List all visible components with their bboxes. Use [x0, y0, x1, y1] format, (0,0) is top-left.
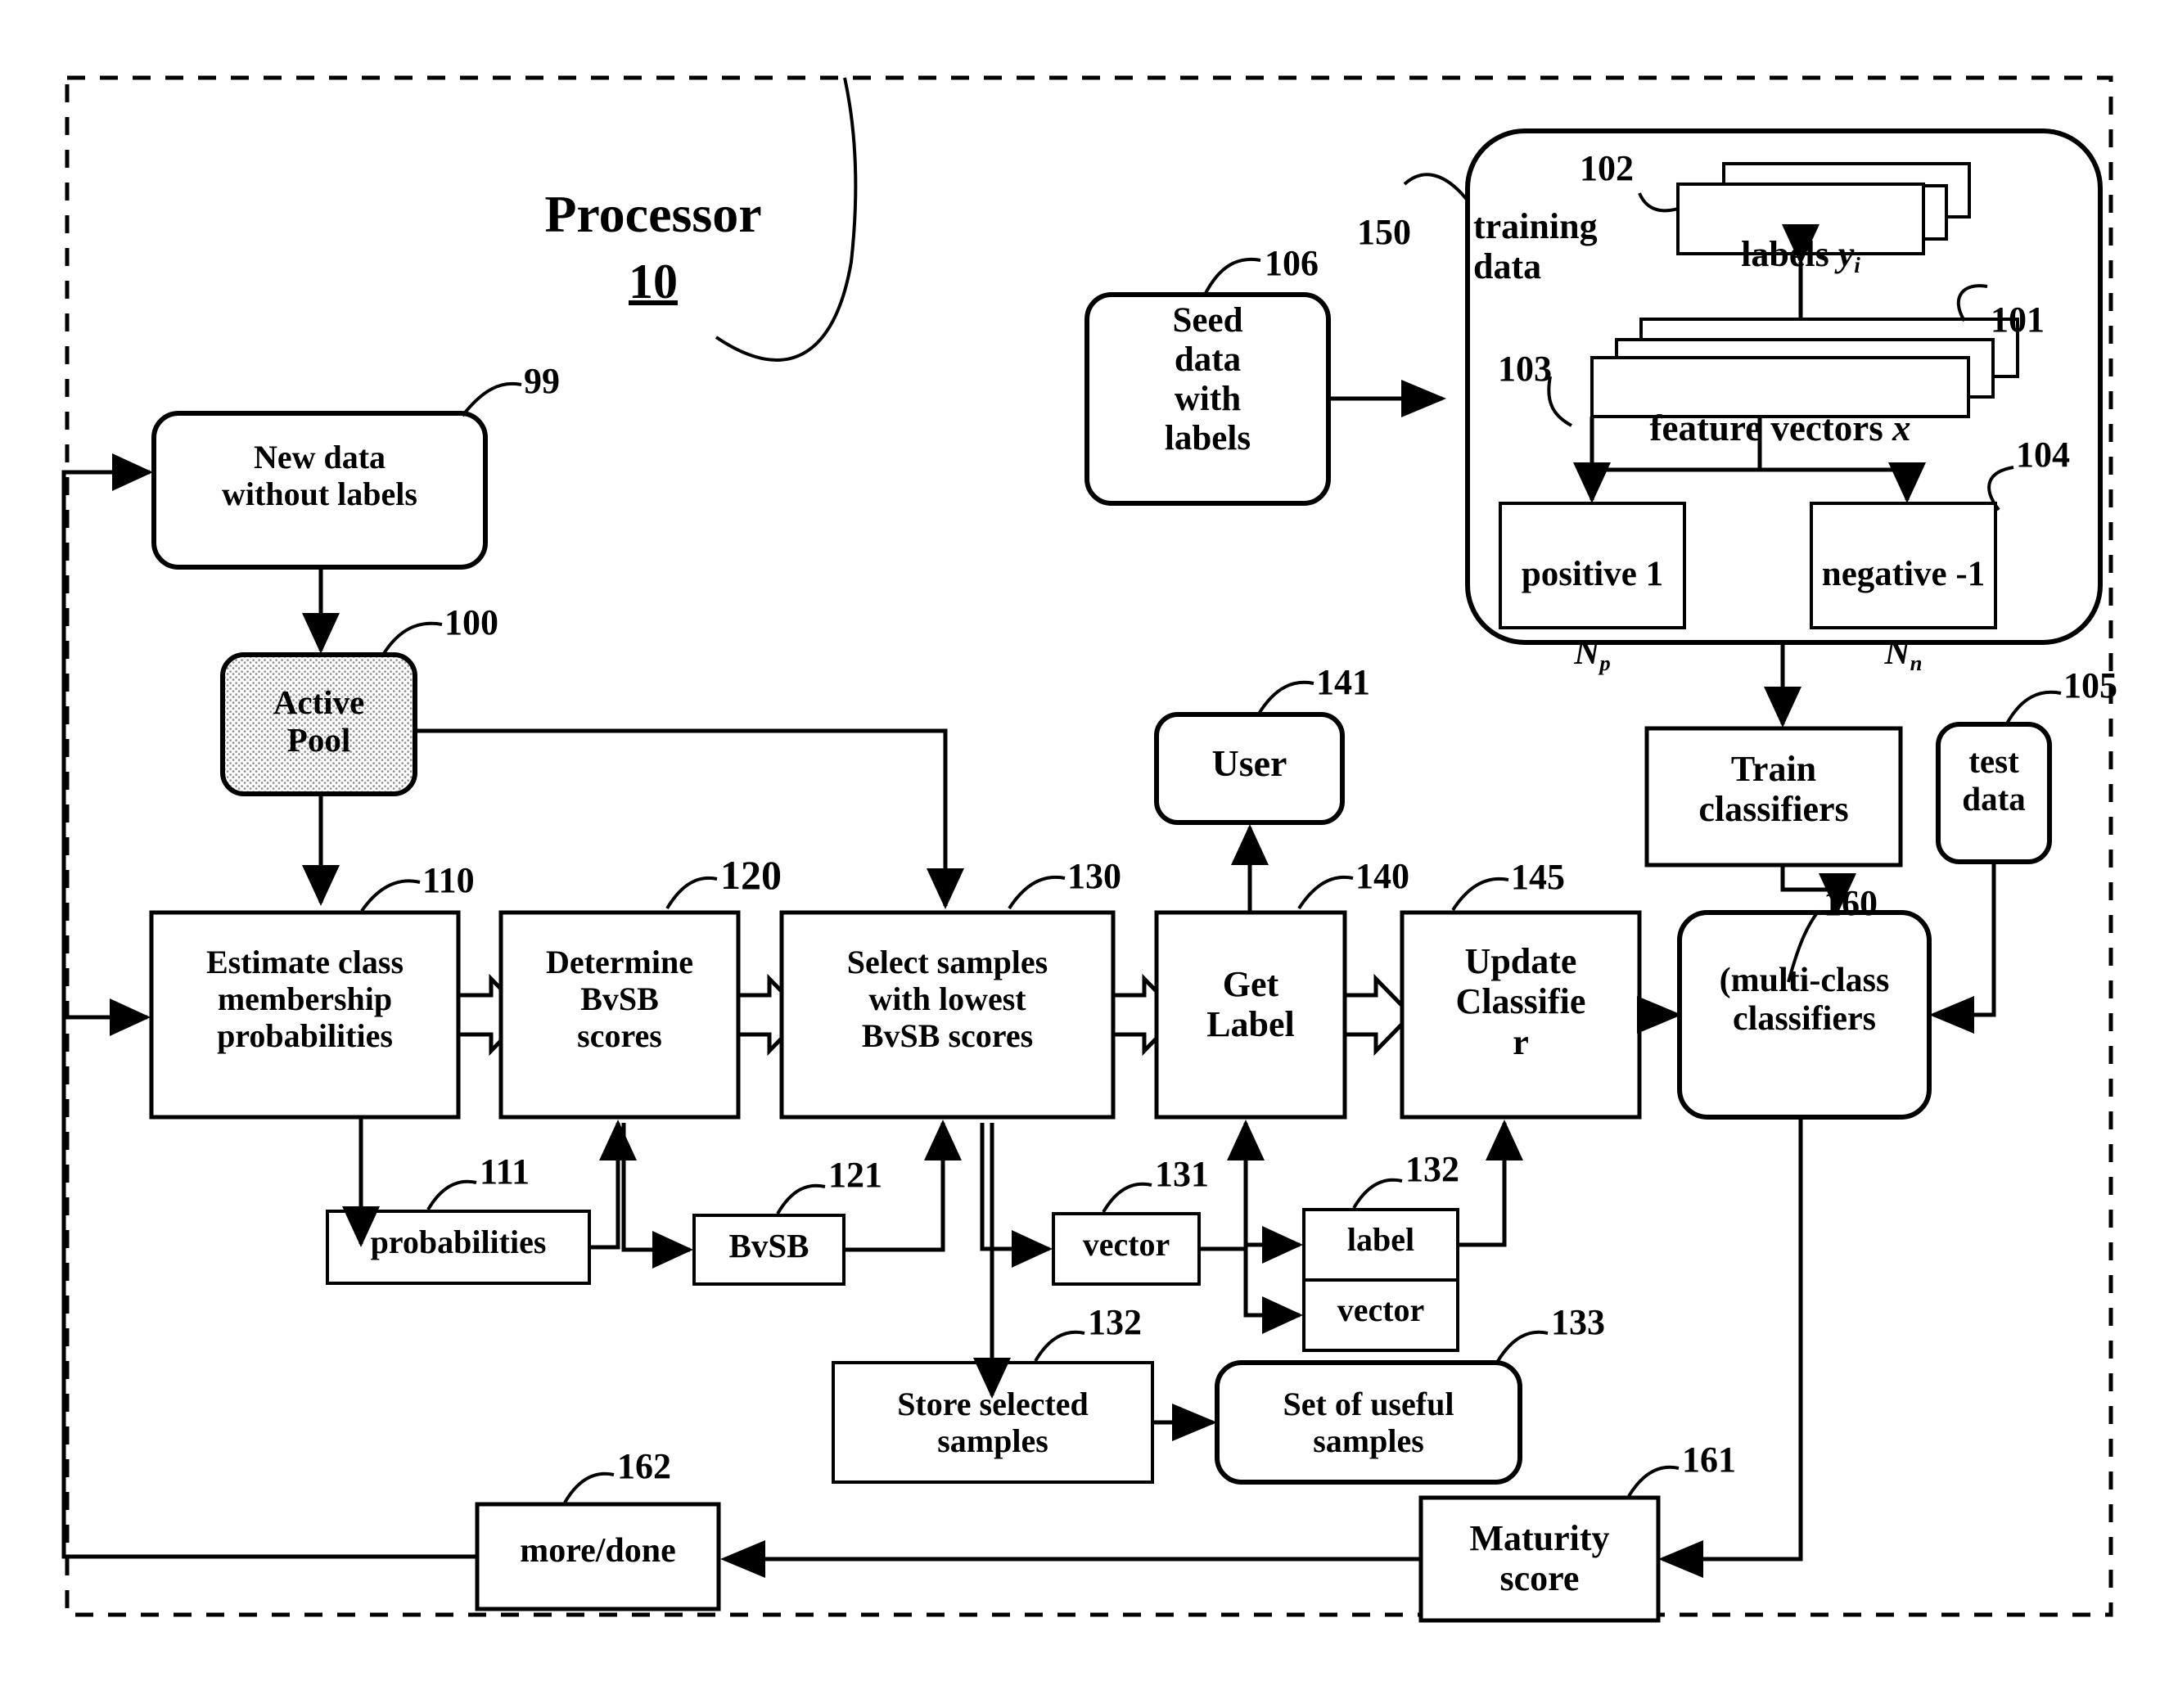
leader-120 [665, 876, 718, 910]
ref-110: 110 [422, 860, 475, 900]
page-title-ref-text: 10 [629, 255, 678, 309]
edge-branch-to-label [1243, 1185, 1304, 1264]
ref-130: 130 [1067, 856, 1121, 896]
ref-141: 141 [1316, 662, 1370, 702]
ref-106: 106 [1265, 243, 1319, 283]
leader-145 [1451, 877, 1509, 912]
leader-130 [1008, 875, 1066, 910]
ref-102: 102 [1580, 148, 1634, 188]
node-maturity-score [1418, 1495, 1661, 1623]
node-label-box [1302, 1208, 1459, 1282]
ref-132a: 132 [1088, 1302, 1142, 1342]
edge-active-pool-to-select [415, 728, 964, 910]
node-labels-front [1676, 183, 1925, 255]
node-probabilities [326, 1210, 591, 1285]
node-estimate [149, 910, 461, 1120]
edge-probabilities-to-determine [589, 1119, 637, 1250]
leader-105 [2005, 690, 2062, 724]
ref-105: 105 [2063, 665, 2117, 705]
node-update-classifier [1400, 910, 1642, 1120]
ref-160: 160 [1824, 883, 1878, 923]
leader-132a [1034, 1330, 1085, 1363]
node-determine [498, 910, 741, 1120]
leader-150 [1403, 173, 1469, 202]
leader-161 [1627, 1465, 1680, 1498]
ref-101: 101 [1991, 300, 2045, 340]
leader-140 [1297, 875, 1354, 910]
node-new-data [151, 411, 488, 570]
leader-111 [426, 1179, 477, 1211]
leader-162 [563, 1471, 615, 1504]
node-multi-class [1677, 910, 1932, 1120]
ref-120: 120 [720, 852, 782, 898]
ref-161: 161 [1682, 1440, 1736, 1480]
node-vector [1052, 1212, 1201, 1286]
node-more-done [475, 1502, 721, 1611]
edge-loop-to-new-data [61, 453, 154, 1017]
node-set-useful [1215, 1360, 1522, 1485]
edge-branch-to-vector2 [1243, 1245, 1304, 1334]
node-get-label [1154, 910, 1347, 1120]
edge-testdata-to-multiclass [1929, 862, 1996, 1034]
ref-111: 111 [480, 1151, 530, 1192]
page-title: Processor [481, 184, 825, 245]
page-title-text: Processor [544, 185, 762, 243]
ref-145: 145 [1511, 857, 1565, 897]
diagram-graphics [61, 75, 2113, 1623]
ref-150: 150 [1357, 212, 1411, 252]
page-title-ref: 10 [481, 254, 825, 310]
leader-131 [1102, 1182, 1152, 1214]
ref-103: 103 [1498, 349, 1552, 389]
edge-multiclass-to-maturity [1658, 1117, 1803, 1578]
ref-121: 121 [828, 1155, 882, 1195]
node-user [1154, 712, 1345, 825]
node-negative [1810, 502, 1997, 629]
leader-106 [1203, 258, 1261, 295]
node-vector-box [1302, 1278, 1459, 1352]
leader-110 [360, 879, 421, 913]
leader-141 [1257, 680, 1314, 715]
leader-133 [1496, 1330, 1549, 1363]
edge-determine-to-bvsb [621, 1123, 694, 1269]
leader-100 [381, 621, 443, 656]
node-test-data [1936, 722, 2052, 864]
node-seed-data [1084, 292, 1331, 506]
ref-131: 131 [1155, 1154, 1209, 1194]
node-bvsb [692, 1214, 845, 1286]
ref-100: 100 [444, 602, 498, 642]
ref-104: 104 [2016, 435, 2070, 475]
leader-132b [1352, 1178, 1403, 1210]
node-positive [1499, 502, 1686, 629]
leader-99 [461, 381, 522, 417]
ref-132b: 132 [1405, 1149, 1459, 1189]
node-active-pool [220, 652, 417, 796]
node-train-classifiers [1644, 726, 1903, 868]
edge-labelvector-to-update [1458, 1119, 1523, 1247]
ref-162: 162 [617, 1446, 671, 1486]
patent-figure-canvas: Processor 10 New data without labels 99 … [0, 0, 2178, 1708]
node-select [779, 910, 1116, 1120]
ref-133: 133 [1551, 1302, 1605, 1342]
leader-121 [776, 1183, 826, 1215]
node-features-front [1590, 356, 1970, 418]
ref-140: 140 [1355, 856, 1409, 896]
ref-99: 99 [524, 361, 560, 401]
